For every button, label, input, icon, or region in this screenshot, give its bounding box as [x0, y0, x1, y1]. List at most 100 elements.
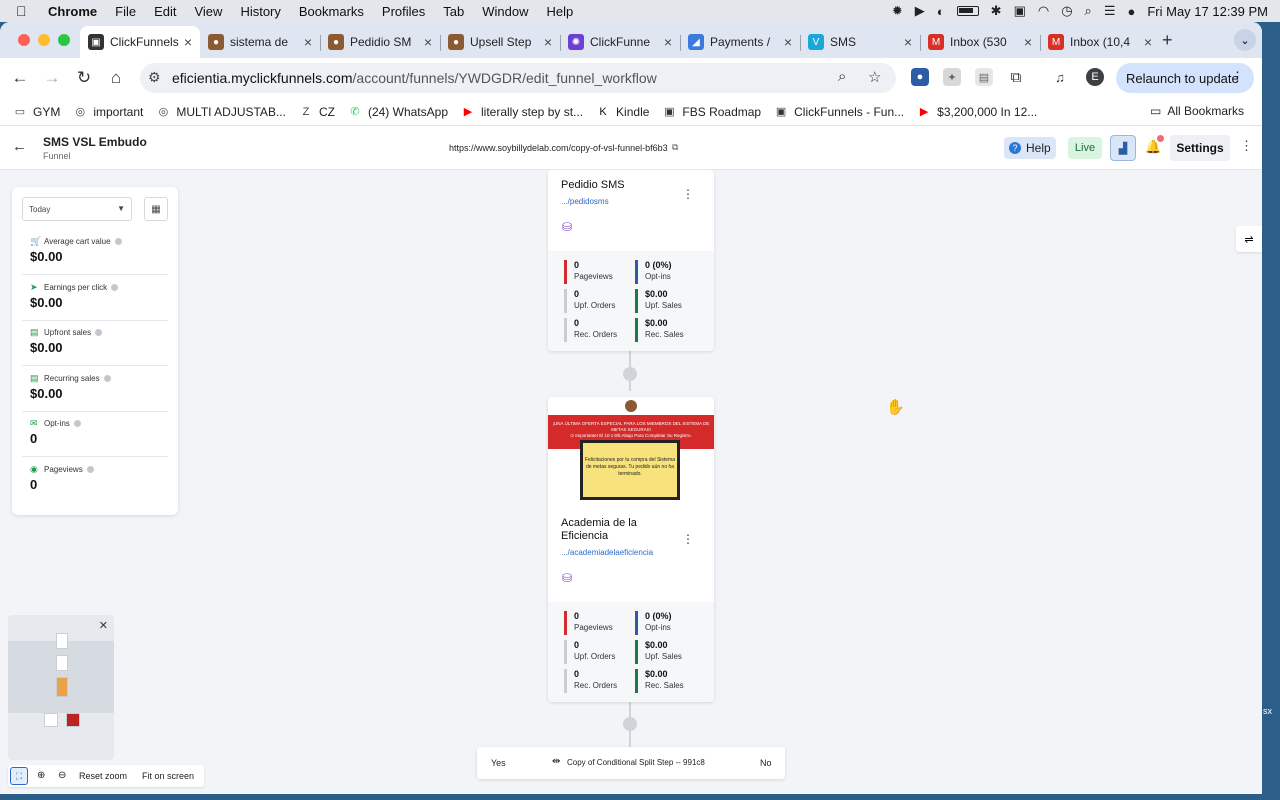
media-controls-icon[interactable]: ♫ [1051, 68, 1069, 86]
menu-file[interactable]: File [115, 4, 136, 19]
analytics-chart-icon[interactable]: ▟ [1110, 135, 1136, 161]
settings-button[interactable]: Settings [1170, 135, 1230, 161]
extension-gray-icon[interactable]: ✦ [943, 68, 961, 86]
close-tab-icon[interactable]: × [904, 34, 912, 50]
tab-item[interactable]: ● sistema de × [200, 26, 320, 58]
bookmark-item[interactable]: Z CZ [298, 105, 335, 119]
back-button[interactable]: ← [8, 66, 32, 90]
split-step-name[interactable]: Copy of Conditional Split Step -- 991c8 [567, 758, 705, 767]
relaunch-update-button[interactable]: Relaunch to update ⋮ [1116, 63, 1254, 93]
close-tab-icon[interactable]: × [1144, 34, 1152, 50]
moon-icon[interactable]: ◐ [937, 4, 945, 19]
tab-item[interactable]: V SMS × [800, 26, 920, 58]
gear-status-icon[interactable]: ✹ [892, 3, 903, 19]
extension-blue-icon[interactable]: ● [911, 68, 929, 86]
close-icon[interactable]: ✕ [99, 619, 108, 632]
step-thumbnail[interactable]: ¡UNA ÚLTIMA OFERTA ESPECIAL PARA LOS MIE… [548, 397, 714, 503]
menu-view[interactable]: View [194, 4, 222, 19]
info-icon[interactable] [95, 329, 103, 336]
info-icon[interactable] [103, 374, 111, 382]
step-card-academia[interactable]: ¡UNA ÚLTIMA OFERTA ESPECIAL PARA LOS MIE… [548, 397, 714, 702]
bookmark-item[interactable]: ◎ MULTI ADJUSTAB... [155, 105, 286, 119]
zoom-in-icon[interactable]: ⊕ [37, 770, 45, 781]
tab-item[interactable]: M Inbox (10,4 × [1040, 26, 1160, 58]
bookmark-item[interactable]: ▣ FBS Roadmap [661, 105, 761, 119]
tab-item[interactable]: ◢ Payments / × [680, 26, 800, 58]
play-status-icon[interactable]: ▶ [915, 3, 925, 19]
menu-window[interactable]: Window [482, 4, 528, 19]
back-arrow-icon[interactable]: ← [12, 138, 27, 155]
bookmark-item[interactable]: ▣ ClickFunnels - Fun... [773, 105, 904, 119]
reset-zoom-button[interactable]: Reset zoom [79, 771, 127, 781]
minimap[interactable]: ✕ [8, 615, 114, 760]
help-button[interactable]: ? Help [1004, 137, 1056, 159]
extension-doc-icon[interactable]: ▤ [975, 68, 993, 86]
workflow-canvas[interactable]: Today ▼ ▦ 🛒 Average cart value $0.00 ➤ Earnin… [0, 170, 1262, 794]
menubar-clock[interactable]: Fri May 17 12:39 PM [1147, 4, 1268, 19]
close-tab-icon[interactable]: × [544, 34, 552, 50]
home-button[interactable]: ⌂ [104, 66, 128, 90]
site-info-icon[interactable]: ⚙ [148, 69, 161, 86]
bookmark-item[interactable]: ✆ (24) WhatsApp [347, 105, 448, 119]
all-bookmarks-button[interactable]: ▭ All Bookmarks [1150, 104, 1244, 118]
bookmark-item[interactable]: ▭ GYM [12, 105, 61, 119]
tab-item[interactable]: ✺ ClickFunne × [560, 26, 680, 58]
tab-search-button[interactable]: ⌄ [1234, 29, 1256, 51]
calendar-icon[interactable]: ▦ [144, 197, 168, 221]
date-range-select[interactable]: Today ▼ [22, 197, 132, 221]
select-mode-icon[interactable]: ⛶ [10, 767, 28, 785]
split-no-branch[interactable]: No [760, 758, 772, 768]
more-options-icon[interactable]: ⋮ [1240, 138, 1253, 154]
live-badge[interactable]: Live [1068, 137, 1102, 159]
step-name[interactable]: Academia de la Eficiencia [561, 517, 671, 543]
menu-help[interactable]: Help [547, 4, 574, 19]
close-tab-icon[interactable]: × [664, 34, 672, 50]
menu-history[interactable]: History [240, 4, 280, 19]
address-bar[interactable]: ⚙ eficientia.myclickfunnels.com/account/… [140, 63, 896, 93]
external-link-icon[interactable]: ⧉ [672, 142, 678, 153]
forward-button[interactable]: → [40, 66, 64, 90]
step-menu-icon[interactable]: ⋮ [682, 532, 694, 546]
conditional-split-step[interactable]: Yes ⇹ Copy of Conditional Split Step -- … [477, 747, 785, 779]
display-icon[interactable]: ▣ [1014, 3, 1026, 19]
bookmark-star-icon[interactable]: ☆ [868, 68, 881, 86]
maximize-window-button[interactable] [58, 34, 70, 46]
bookmark-item[interactable]: ◎ important [72, 105, 144, 119]
menu-edit[interactable]: Edit [154, 4, 176, 19]
tab-item[interactable]: M Inbox (530 × [920, 26, 1040, 58]
control-center-icon[interactable]: ☰ [1104, 3, 1116, 19]
bluetooth-icon[interactable]: ✱ [991, 3, 1002, 19]
close-tab-icon[interactable]: × [304, 34, 312, 50]
menu-bookmarks[interactable]: Bookmarks [299, 4, 364, 19]
spotlight-search-icon[interactable]: ⌕ [1085, 3, 1092, 19]
time-machine-icon[interactable]: ◷ [1061, 3, 1072, 19]
close-tab-icon[interactable]: × [784, 34, 792, 50]
zoom-icon[interactable]: ⌕ [838, 68, 846, 85]
add-step-node[interactable] [623, 367, 637, 381]
address-url[interactable]: eficientia.myclickfunnels.com/account/fu… [172, 70, 657, 86]
reload-button[interactable]: ↻ [72, 66, 96, 90]
battery-icon[interactable] [956, 6, 979, 16]
tab-item[interactable]: ● Pedidio SM × [320, 26, 440, 58]
info-icon[interactable] [114, 238, 122, 245]
info-icon[interactable] [73, 420, 81, 427]
extensions-puzzle-icon[interactable]: ⧉ [1007, 68, 1025, 86]
fit-on-screen-button[interactable]: Fit on screen [142, 771, 194, 781]
funnel-url-link[interactable]: https://www.soybillydelab.com/copy-of-vs… [449, 143, 668, 153]
menu-app-name[interactable]: Chrome [48, 4, 97, 19]
chrome-menu-icon[interactable]: ⋮ [1231, 69, 1244, 85]
split-yes-branch[interactable]: Yes [491, 758, 506, 768]
step-path-link[interactable]: .../academiadelaeficiencia [561, 548, 653, 557]
apple-icon[interactable]:  [16, 3, 36, 19]
side-panel-toggle-icon[interactable]: ⇌ [1236, 226, 1262, 252]
minimize-window-button[interactable] [38, 34, 50, 46]
close-window-button[interactable] [18, 34, 30, 46]
bookmark-item[interactable]: ▶ literally step by st... [460, 105, 583, 119]
close-tab-icon[interactable]: × [424, 34, 432, 50]
close-tab-icon[interactable]: × [1024, 34, 1032, 50]
close-tab-icon[interactable]: × [184, 34, 192, 50]
wifi-icon[interactable]: ◠ [1038, 3, 1049, 19]
menu-tab[interactable]: Tab [443, 4, 464, 19]
siri-icon[interactable]: ● [1127, 4, 1135, 19]
bookmark-item[interactable]: K Kindle [595, 105, 649, 119]
